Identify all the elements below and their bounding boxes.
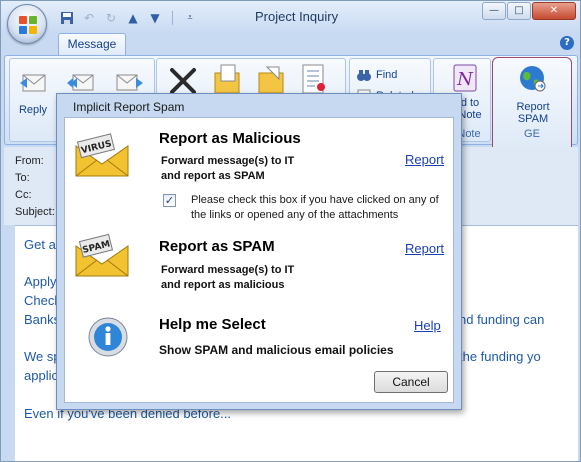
clicked-links-checkbox[interactable]: ✓ bbox=[163, 194, 176, 207]
report-spam-group-label: GE bbox=[524, 128, 540, 140]
help-link[interactable]: Help bbox=[414, 318, 441, 333]
desc-line: Forward message(s) to IT bbox=[161, 264, 295, 276]
save-icon[interactable] bbox=[59, 10, 75, 26]
binoculars-icon bbox=[357, 70, 371, 81]
spam-envelope-icon: SPAM bbox=[75, 233, 129, 277]
desc-line: and report as SPAM bbox=[161, 170, 265, 182]
cc-label: Cc: bbox=[15, 189, 32, 201]
body-line: applic bbox=[24, 368, 58, 383]
report-label: Report bbox=[516, 101, 550, 113]
find-label: Find bbox=[376, 69, 398, 81]
dialog-title: Implicit Report Spam bbox=[73, 100, 185, 114]
create-rule-icon[interactable] bbox=[255, 63, 287, 97]
clicked-links-checkbox-label: Please check this box if you have clicke… bbox=[191, 194, 439, 221]
title-bar: ↶ ↻ ▲ ▼ ⩡ Project Inquiry — □ ✕ bbox=[1, 1, 580, 33]
reply-label: Reply bbox=[18, 104, 48, 116]
svg-text:N: N bbox=[456, 69, 474, 90]
body-line: Banks bbox=[24, 312, 61, 327]
office-button[interactable] bbox=[7, 4, 47, 44]
previous-item-icon[interactable]: ▲ bbox=[125, 10, 141, 26]
find-button[interactable]: Find bbox=[356, 67, 397, 83]
close-button[interactable]: ✕ bbox=[532, 2, 576, 20]
report-spam-link[interactable]: Report bbox=[405, 241, 444, 256]
virus-envelope-icon: VIRUS bbox=[75, 133, 129, 177]
minimize-button[interactable]: — bbox=[482, 2, 506, 20]
from-label: From: bbox=[15, 155, 44, 167]
report-malicious-title: Report as Malicious bbox=[159, 130, 301, 147]
next-item-icon[interactable]: ▼ bbox=[147, 10, 163, 26]
report-spam-title: Report as SPAM bbox=[159, 238, 275, 255]
cancel-button[interactable]: Cancel bbox=[374, 371, 448, 393]
maximize-button[interactable]: □ bbox=[507, 2, 531, 20]
desc-line: and report as malicious bbox=[161, 279, 285, 291]
reply-button[interactable]: Reply bbox=[14, 67, 52, 116]
customize-qat-icon[interactable]: ⩡ bbox=[182, 10, 198, 26]
to-label: To: bbox=[15, 172, 30, 184]
dialog-content: VIRUS Report as Malicious Forward messag… bbox=[64, 117, 454, 403]
body-line: Apply bbox=[24, 274, 57, 289]
tab-message[interactable]: Message bbox=[58, 33, 126, 56]
quick-access-toolbar: ↶ ↻ ▲ ▼ ⩡ bbox=[59, 9, 198, 27]
move-to-folder-icon[interactable] bbox=[211, 63, 243, 97]
report-malicious-desc: Forward message(s) to IT and report as S… bbox=[161, 154, 294, 184]
implicit-report-spam-dialog: Implicit Report Spam VIRUS Report as Mal… bbox=[56, 93, 462, 410]
report-spam-group: Report SPAM GE bbox=[492, 57, 572, 155]
help-me-select-title: Help me Select bbox=[159, 316, 266, 333]
info-icon bbox=[88, 317, 128, 357]
spam-label: SPAM bbox=[517, 113, 549, 125]
body-line: the funding yo bbox=[459, 349, 541, 364]
report-spam-desc: Forward message(s) to IT and report as m… bbox=[161, 263, 294, 293]
window-controls: — □ ✕ bbox=[482, 2, 576, 20]
help-me-select-desc: Show SPAM and malicious email policies bbox=[159, 343, 394, 357]
reply-icon bbox=[20, 74, 46, 92]
qat-separator bbox=[172, 11, 173, 25]
globe-report-icon bbox=[520, 66, 546, 92]
subject-label: Subject: bbox=[15, 206, 55, 218]
redo-icon[interactable]: ↻ bbox=[103, 10, 119, 26]
report-spam-button[interactable]: Report SPAM bbox=[501, 64, 565, 125]
ribbon-tab-bar: Message ? bbox=[1, 33, 580, 56]
window-title: Project Inquiry bbox=[255, 9, 339, 24]
office-logo-icon bbox=[19, 16, 37, 34]
onenote-icon: N bbox=[453, 64, 477, 92]
other-actions-icon[interactable] bbox=[297, 63, 329, 97]
help-icon[interactable]: ? bbox=[560, 36, 574, 50]
body-line: Get a bbox=[24, 237, 56, 252]
report-malicious-link[interactable]: Report bbox=[405, 152, 444, 167]
body-line: nd funding can bbox=[459, 312, 545, 327]
undo-icon[interactable]: ↶ bbox=[81, 10, 97, 26]
desc-line: Forward message(s) to IT bbox=[161, 155, 295, 167]
